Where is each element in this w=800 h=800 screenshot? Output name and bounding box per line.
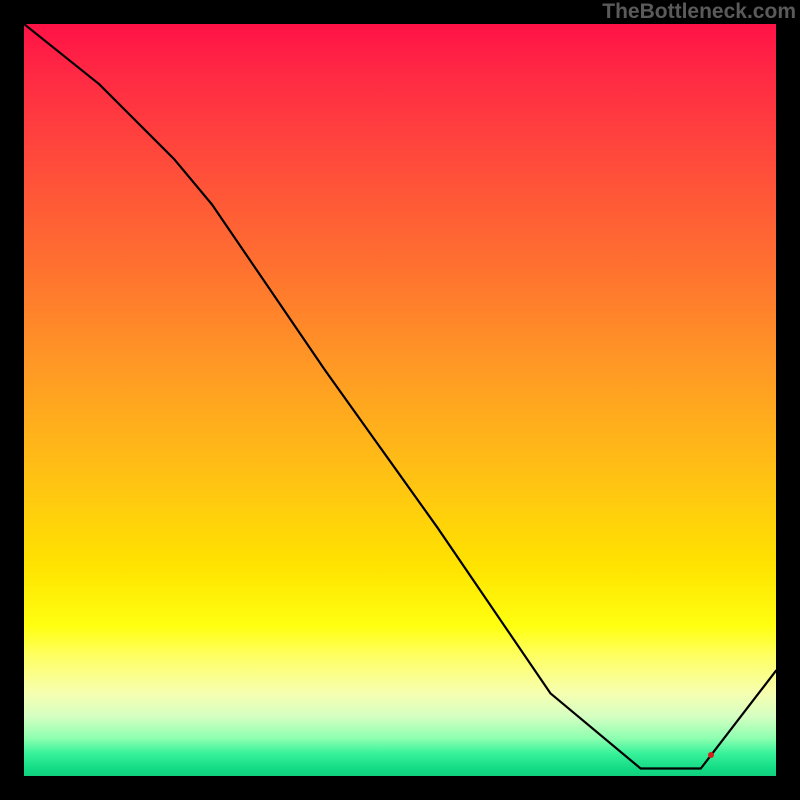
series-curve — [24, 24, 776, 769]
line-plot — [24, 24, 776, 776]
plot-area — [24, 24, 776, 776]
chart-frame: TheBottleneck.com — [0, 0, 800, 800]
watermark-text: TheBottleneck.com — [602, 0, 796, 24]
annotation-dot — [708, 752, 714, 758]
